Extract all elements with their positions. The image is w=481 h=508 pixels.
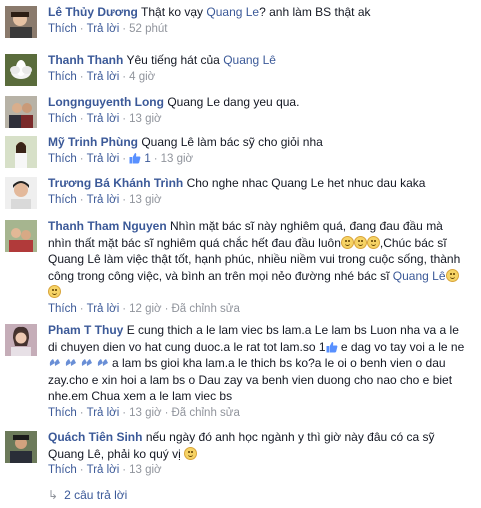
comment-text: Nhìn mặt bác sĩ này nghiêm quá, đang đau…: [170, 219, 443, 233]
avatar[interactable]: [5, 96, 37, 128]
like-button[interactable]: Thích: [48, 23, 77, 35]
avatar[interactable]: [5, 177, 37, 209]
commenter-name[interactable]: Thanh Tham Nguyen: [48, 219, 167, 233]
like-button[interactable]: Thích: [48, 71, 77, 83]
separator: ·: [122, 406, 127, 419]
comment-text: Thật ko vạy: [141, 5, 204, 19]
separator: ·: [153, 152, 158, 165]
comment-text: nếu ngày đó anh học ngành y thì giờ này …: [145, 430, 435, 444]
separator: ·: [79, 22, 84, 35]
reply-button[interactable]: Trả lời: [87, 464, 120, 476]
like-button[interactable]: Thích: [48, 464, 77, 476]
mention-link[interactable]: Quang Lê: [223, 53, 276, 67]
comment-text: a lam bs gioi kha lam.a le thich bs ko?a…: [112, 356, 446, 370]
commenter-name[interactable]: Longnguyenth Long: [48, 95, 164, 109]
like-button[interactable]: Thích: [48, 153, 77, 165]
avatar[interactable]: [5, 6, 37, 38]
wink-emoji-icon: [445, 268, 459, 282]
reply-button[interactable]: Trả lời: [87, 153, 120, 165]
edited-label[interactable]: Đã chỉnh sửa: [171, 407, 239, 419]
separator: ·: [122, 70, 127, 83]
separator: ·: [79, 302, 84, 315]
separator: ·: [122, 302, 127, 315]
timestamp[interactable]: 12 giờ: [129, 303, 161, 315]
like-button[interactable]: Thích: [48, 113, 77, 125]
timestamp[interactable]: 4 giờ: [129, 71, 155, 83]
smile-emoji-icon: [48, 285, 61, 298]
mention-link[interactable]: Quang Lê: [393, 269, 446, 283]
reply-button[interactable]: Trả lời: [87, 23, 120, 35]
separator: ·: [122, 22, 127, 35]
separator: ·: [122, 152, 127, 165]
smile-emoji-icon: [366, 235, 380, 249]
timestamp[interactable]: 13 giờ: [161, 153, 193, 165]
thumbs-up-icon: [326, 341, 337, 352]
commenter-name[interactable]: Trương Bá Khánh Trình: [48, 176, 183, 190]
avatar[interactable]: [5, 136, 37, 168]
confused-emoji-icon: [340, 235, 354, 249]
timestamp[interactable]: 13 giờ: [129, 113, 161, 125]
grin-emoji-icon: [184, 446, 198, 460]
timestamp[interactable]: 13 giờ: [129, 407, 161, 419]
separator: ·: [79, 193, 84, 206]
commenter-name[interactable]: Thanh Thanh: [48, 53, 123, 67]
separator: ·: [122, 112, 127, 125]
avatar[interactable]: [5, 431, 37, 463]
separator: ·: [122, 193, 127, 206]
commenter-name[interactable]: Pham T Thuy: [48, 323, 123, 337]
mention-link[interactable]: Quang Le: [206, 5, 259, 19]
timestamp[interactable]: 13 giờ: [129, 464, 161, 476]
wink-emoji-icon: [353, 235, 367, 249]
separator: ·: [79, 406, 84, 419]
separator: ·: [164, 406, 169, 419]
comment-text: nhìn thất mặt bác sĩ nghiêm quá chắc hết…: [48, 235, 341, 250]
clap-emoji-icon: [81, 359, 92, 366]
comment-text: e dag vo tay voi a le ne: [340, 339, 465, 354]
like-count[interactable]: 1: [144, 153, 150, 165]
separator: ·: [79, 70, 84, 83]
comment-text: ,Chúc bác sĩ: [379, 235, 447, 250]
separator: ·: [122, 464, 127, 476]
reply-button[interactable]: Trả lời: [87, 303, 120, 315]
comment-text: Quang Lê, phải ko quý vị: [48, 446, 181, 461]
timestamp[interactable]: 52 phút: [129, 23, 167, 35]
replies-label[interactable]: 2 câu trả lời: [64, 488, 127, 502]
clap-emoji-icon: [49, 359, 60, 366]
clap-emoji-icon: [97, 359, 108, 366]
avatar[interactable]: [5, 220, 37, 252]
comment-text: zay.cho e xin hoi a lam bs o Dau zay va …: [48, 372, 453, 387]
reply-button[interactable]: Trả lời: [87, 194, 120, 206]
separator: ·: [79, 464, 84, 476]
comment-text: Quang Le dang yeu qua.: [167, 95, 300, 109]
reply-arrow-icon: ↳: [48, 488, 59, 502]
separator: ·: [79, 152, 84, 165]
commenter-name[interactable]: Quách Tiên Sinh: [48, 430, 142, 444]
clap-emoji-icon: [65, 359, 76, 366]
comment-text: Cho nghe nhac Quang Le het nhuc dau kaka: [186, 176, 426, 190]
avatar[interactable]: [5, 54, 37, 86]
reply-button[interactable]: Trả lời: [87, 407, 120, 419]
comment-text: E cung thich a le lam viec bs lam.a Le l…: [126, 323, 459, 337]
comment-text: nhe.em Chua xem a le lam viec bs: [48, 389, 233, 403]
like-button[interactable]: Thích: [48, 303, 77, 315]
comment-text: di chuyen dien vo hat cung duoc.a le rat…: [48, 339, 326, 354]
comment-text: Quang Lê làm việc thật tốt, hạnh phúc, n…: [48, 252, 461, 266]
comment-text: Quang Lê làm bác sỹ cho giỏi nha: [141, 135, 323, 149]
comment-text: ? anh làm BS thật ak: [259, 5, 371, 19]
thumbs-up-icon[interactable]: [129, 152, 141, 164]
view-replies-link[interactable]: ↳ 2 câu trả lời: [48, 488, 127, 502]
separator: ·: [164, 302, 169, 315]
avatar[interactable]: [5, 324, 37, 356]
timestamp[interactable]: 13 giờ: [129, 194, 161, 206]
comment-text: công trong công việc, và bình an trên mọ…: [48, 268, 390, 283]
like-button[interactable]: Thích: [48, 407, 77, 419]
separator: ·: [79, 112, 84, 125]
reply-button[interactable]: Trả lời: [87, 113, 120, 125]
like-button[interactable]: Thích: [48, 194, 77, 206]
commenter-name[interactable]: Lê Thủy Dương: [48, 5, 138, 19]
commenter-name[interactable]: Mỹ Trinh Phùng: [48, 135, 138, 149]
reply-button[interactable]: Trả lời: [87, 71, 120, 83]
comment-text: Yêu tiếng hát của: [126, 53, 220, 67]
edited-label[interactable]: Đã chỉnh sửa: [171, 303, 239, 315]
